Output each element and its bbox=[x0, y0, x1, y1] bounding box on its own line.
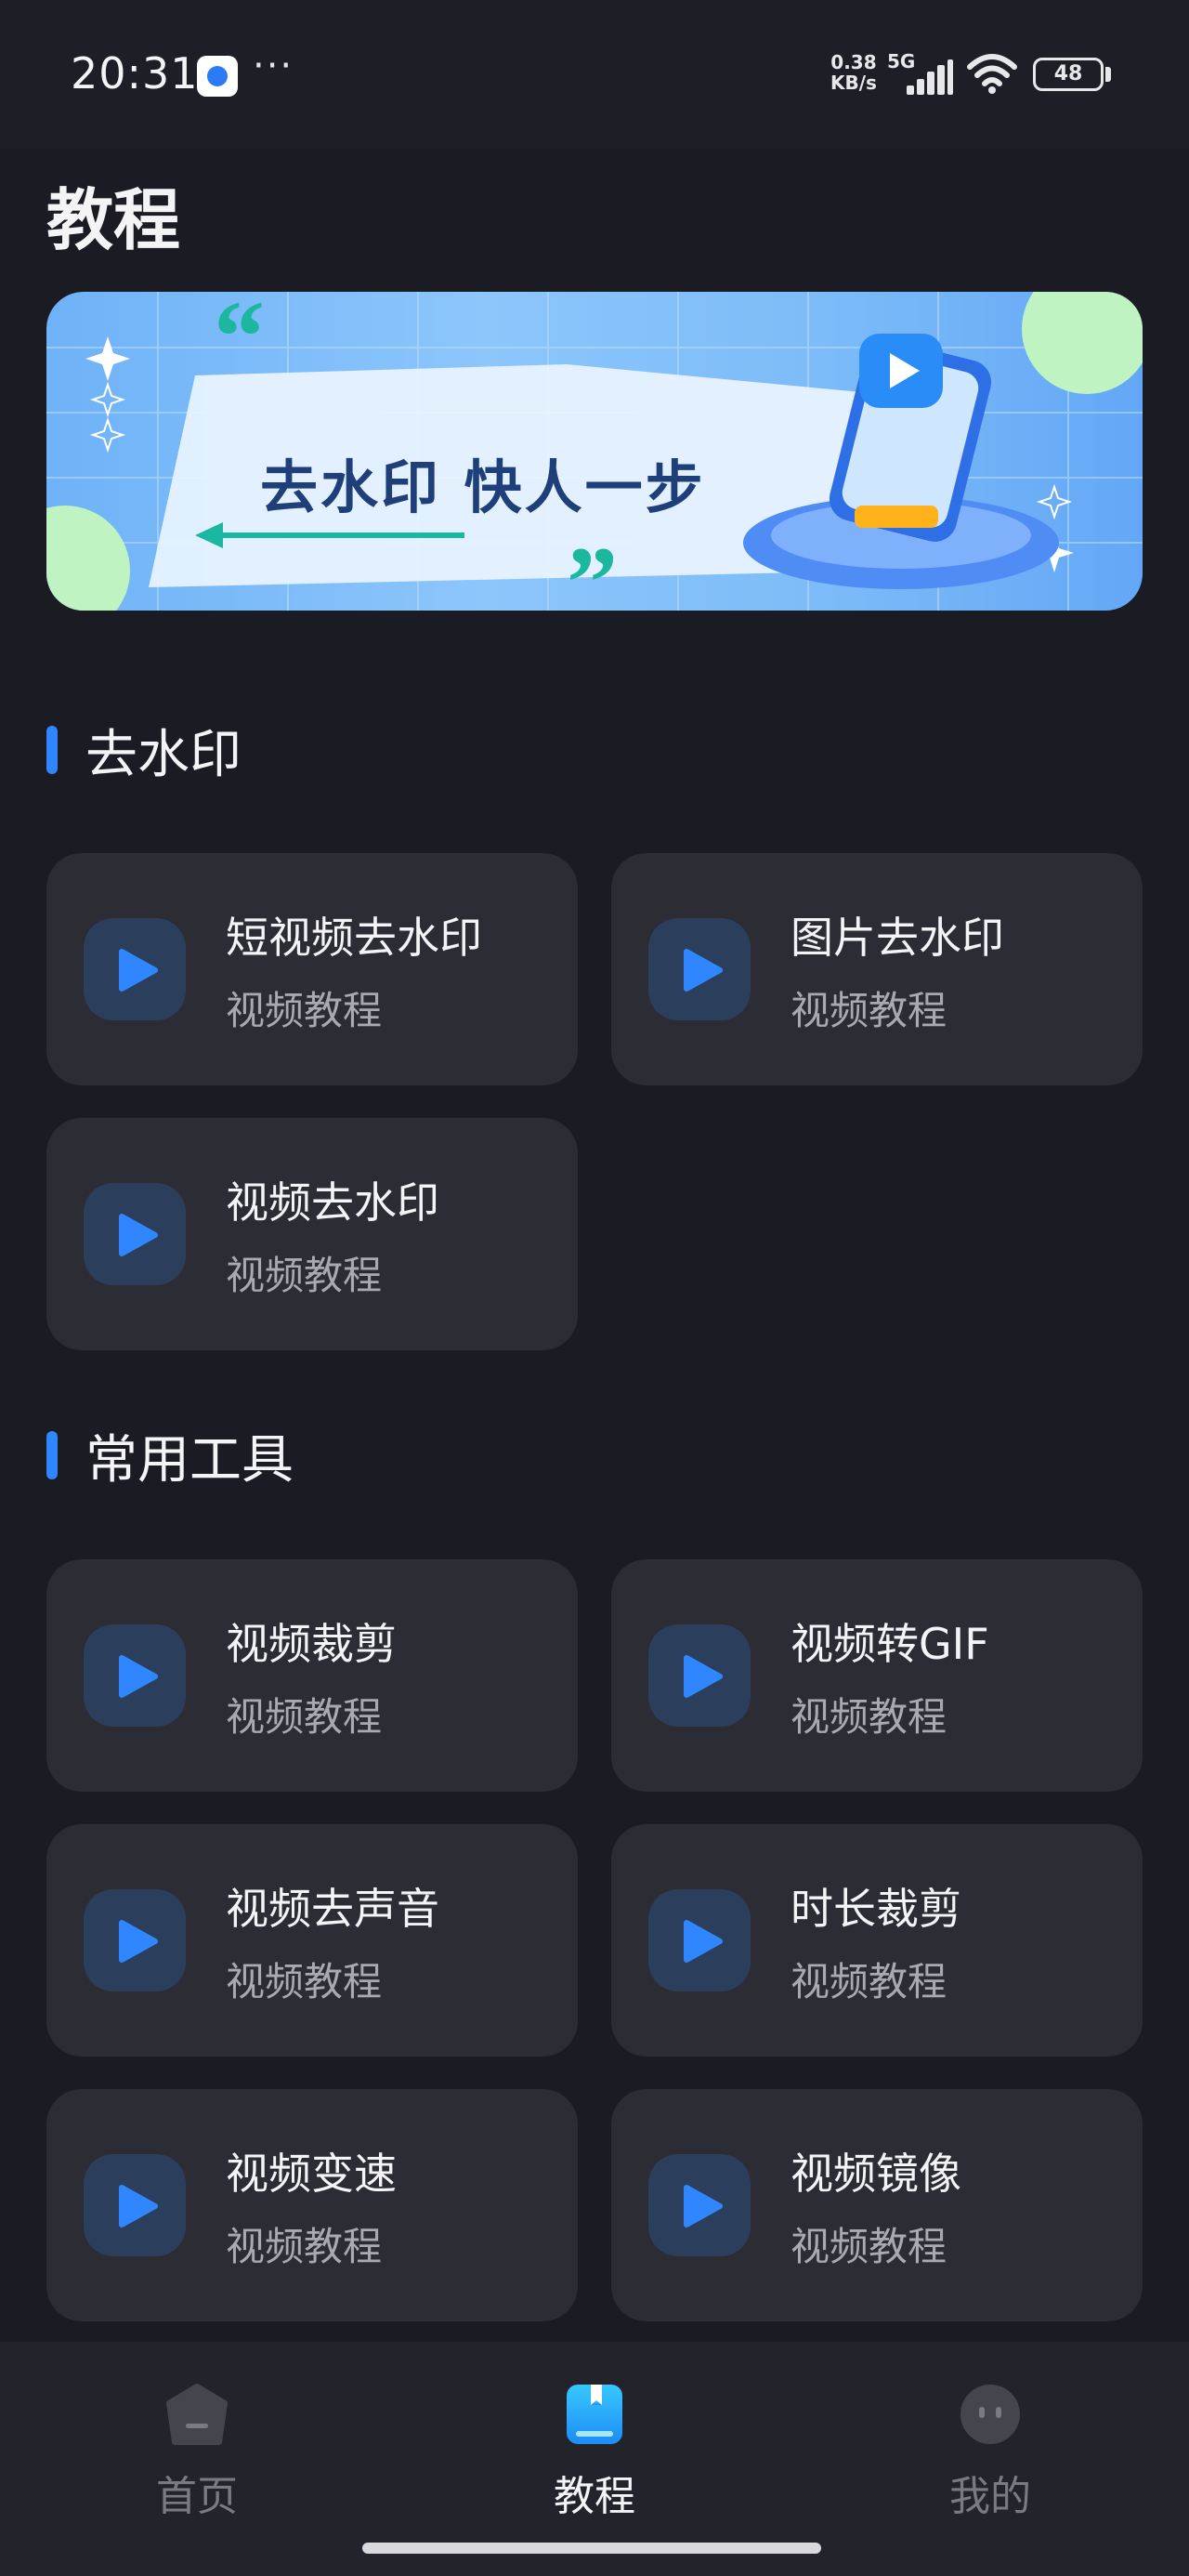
card-title: 视频去声音 bbox=[226, 1884, 439, 1934]
signal-icon bbox=[907, 59, 953, 95]
nav-label: 首页 bbox=[156, 2473, 238, 2520]
nav-item-tutorial[interactable]: 教程 bbox=[483, 2370, 706, 2520]
card-subtitle: 视频教程 bbox=[226, 2224, 383, 2269]
card-title: 时长裁剪 bbox=[790, 1884, 961, 1934]
tutorial-card[interactable]: 时长裁剪 视频教程 bbox=[611, 1824, 1143, 2057]
svg-text:”: ” bbox=[567, 526, 618, 611]
section-title: 常用工具 bbox=[85, 1429, 294, 1491]
section-accent-bar bbox=[46, 1431, 58, 1479]
card-title: 图片去水印 bbox=[790, 913, 1004, 963]
notification-app-icon bbox=[197, 56, 238, 97]
tutorial-card[interactable]: 视频去水印 视频教程 bbox=[46, 1118, 578, 1350]
play-icon bbox=[648, 1889, 751, 1991]
play-icon bbox=[84, 918, 186, 1020]
card-subtitle: 视频教程 bbox=[226, 1253, 383, 1298]
section-header-watermark: 去水印 bbox=[46, 717, 242, 785]
card-title: 视频镜像 bbox=[790, 2149, 961, 2199]
play-icon bbox=[84, 1624, 186, 1727]
promo-banner[interactable]: “ ” 去水印 快人一步 bbox=[46, 292, 1143, 611]
nav-item-home[interactable]: 首页 bbox=[85, 2370, 308, 2520]
play-icon bbox=[648, 2154, 751, 2256]
network-speed: 0.38 KB/s bbox=[830, 52, 877, 93]
tutorial-card[interactable]: 视频裁剪 视频教程 bbox=[46, 1559, 578, 1792]
status-time: 20:31 bbox=[71, 48, 199, 99]
card-subtitle: 视频教程 bbox=[790, 1694, 947, 1740]
tutorial-card[interactable]: 短视频去水印 视频教程 bbox=[46, 853, 578, 1085]
more-notifications-icon: ··· bbox=[253, 45, 294, 87]
network-speed-value: 0.38 bbox=[830, 51, 877, 73]
card-subtitle: 视频教程 bbox=[790, 2224, 947, 2269]
tutorial-card[interactable]: 视频转GIF 视频教程 bbox=[611, 1559, 1143, 1792]
nav-item-profile[interactable]: 我的 bbox=[879, 2370, 1102, 2520]
home-icon bbox=[166, 2384, 228, 2445]
tutorial-card[interactable]: 视频去声音 视频教程 bbox=[46, 1824, 578, 2057]
profile-icon bbox=[960, 2385, 1020, 2444]
card-subtitle: 视频教程 bbox=[226, 1694, 383, 1740]
play-icon bbox=[648, 918, 751, 1020]
card-subtitle: 视频教程 bbox=[226, 1959, 383, 2004]
tutorial-book-icon bbox=[567, 2385, 622, 2444]
card-subtitle: 视频教程 bbox=[226, 988, 383, 1033]
play-icon bbox=[84, 2154, 186, 2256]
play-icon bbox=[84, 1183, 186, 1285]
section-title: 去水印 bbox=[85, 724, 242, 785]
bottom-nav: 首页 教程 我的 bbox=[0, 2342, 1189, 2576]
card-title: 短视频去水印 bbox=[226, 913, 482, 963]
tutorial-card[interactable]: 视频变速 视频教程 bbox=[46, 2089, 578, 2321]
play-icon bbox=[84, 1889, 186, 1991]
card-title: 视频裁剪 bbox=[226, 1619, 397, 1669]
battery-level: 48 bbox=[1053, 62, 1083, 85]
wifi-icon bbox=[967, 54, 1017, 94]
home-indicator[interactable] bbox=[362, 2543, 821, 2554]
play-icon bbox=[648, 1624, 751, 1727]
battery-icon: 48 bbox=[1033, 58, 1104, 91]
battery-tip bbox=[1105, 67, 1111, 82]
card-subtitle: 视频教程 bbox=[790, 1959, 947, 2004]
tutorial-card[interactable]: 图片去水印 视频教程 bbox=[611, 853, 1143, 1085]
section-accent-bar bbox=[46, 726, 58, 774]
card-subtitle: 视频教程 bbox=[790, 988, 947, 1033]
nav-label: 教程 bbox=[554, 2473, 635, 2520]
svg-text:“: “ bbox=[214, 292, 265, 393]
nav-label: 我的 bbox=[949, 2473, 1031, 2520]
banner-slogan: 去水印 快人一步 bbox=[260, 453, 706, 521]
card-title: 视频转GIF bbox=[790, 1619, 989, 1669]
page-title: 教程 bbox=[46, 181, 181, 259]
status-bar: 20:31 ··· 0.38 KB/s 5G 48 bbox=[0, 0, 1189, 149]
tutorial-card[interactable]: 视频镜像 视频教程 bbox=[611, 2089, 1143, 2321]
card-title: 视频变速 bbox=[226, 2149, 397, 2199]
section-header-tools: 常用工具 bbox=[46, 1423, 294, 1491]
network-speed-unit: KB/s bbox=[830, 72, 877, 94]
card-title: 视频去水印 bbox=[226, 1177, 439, 1228]
tutorial-page: 20:31 ··· 0.38 KB/s 5G 48 教程 “ ” 去水印 快人一… bbox=[0, 0, 1189, 2576]
